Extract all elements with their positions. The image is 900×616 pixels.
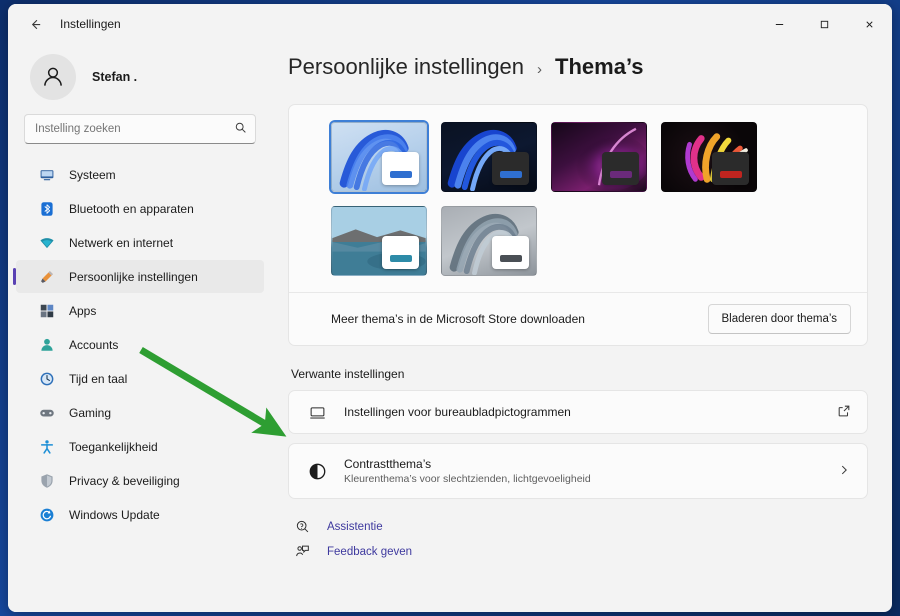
- minimize-button[interactable]: [757, 4, 802, 44]
- clock-icon: [38, 370, 55, 387]
- apps-icon: [38, 302, 55, 319]
- feedback-link[interactable]: Feedback geven: [291, 539, 868, 564]
- sidebar-item-apps[interactable]: Apps: [16, 294, 264, 327]
- bluetooth-icon: [38, 200, 55, 217]
- paintbrush-icon: [38, 268, 55, 285]
- title-bar: Instellingen: [8, 4, 892, 44]
- theme-preview-window: [492, 236, 529, 269]
- theme-preview-accent: [610, 171, 632, 178]
- gamepad-icon: [38, 404, 55, 421]
- sidebar-item-netwerk-en-internet[interactable]: Netwerk en internet: [16, 226, 264, 259]
- row-title: Instellingen voor bureaubladpictogrammen: [344, 405, 837, 419]
- desktop-icon: [306, 404, 328, 421]
- sidebar-item-label: Tijd en taal: [69, 372, 127, 386]
- close-button[interactable]: [847, 4, 892, 44]
- sidebar-item-bluetooth-en-apparaten[interactable]: Bluetooth en apparaten: [16, 192, 264, 225]
- sidebar-item-toegankelijkheid[interactable]: Toegankelijkheid: [16, 430, 264, 463]
- monitor-icon: [38, 166, 55, 183]
- theme-thumbnail-grey-bloom-theme[interactable]: [441, 206, 537, 276]
- sidebar-item-privacy-beveiliging[interactable]: Privacy & beveiliging: [16, 464, 264, 497]
- theme-thumbnail-captured-motion-theme[interactable]: [331, 206, 427, 276]
- settings-window: Instellingen Stefa: [8, 4, 892, 612]
- browse-themes-button[interactable]: Bladeren door thema’s: [708, 304, 852, 334]
- theme-preview-window: [382, 152, 419, 185]
- help-search-icon: [291, 519, 313, 534]
- search-box[interactable]: [24, 114, 256, 144]
- feedback-icon: [291, 544, 313, 559]
- theme-preview-accent: [500, 255, 522, 262]
- search-input[interactable]: [35, 123, 234, 135]
- theme-preview-window: [602, 152, 639, 185]
- theme-thumbnail-flow-flower-theme[interactable]: [661, 122, 757, 192]
- sidebar-item-label: Persoonlijke instellingen: [69, 270, 198, 284]
- store-row-label: Meer thema’s in de Microsoft Store downl…: [331, 312, 708, 326]
- theme-preview-window: [492, 152, 529, 185]
- search-icon: [234, 121, 247, 137]
- sidebar-item-label: Toegankelijkheid: [69, 440, 158, 454]
- sidebar-item-label: Apps: [69, 304, 96, 318]
- breadcrumb-separator-icon: ›: [537, 61, 542, 78]
- breadcrumb-parent[interactable]: Persoonlijke instellingen: [288, 54, 524, 80]
- sidebar-item-windows-update[interactable]: Windows Update: [16, 498, 264, 531]
- theme-thumbnail-windows-light-bloom-theme[interactable]: [331, 122, 427, 192]
- desktop-icon-settings-row[interactable]: Instellingen voor bureaubladpictogrammen: [288, 390, 868, 434]
- sidebar-item-label: Gaming: [69, 406, 111, 420]
- themes-card: Meer thema’s in de Microsoft Store downl…: [288, 104, 868, 346]
- sidebar-item-gaming[interactable]: Gaming: [16, 396, 264, 429]
- sidebar-item-label: Netwerk en internet: [69, 236, 173, 250]
- sidebar: Stefan . Systeem Bluetooth en apparaten Ne…: [8, 44, 272, 612]
- theme-preview-accent: [390, 171, 412, 178]
- theme-thumbnail-glow-theme[interactable]: [551, 122, 647, 192]
- update-icon: [38, 506, 55, 523]
- chevron-right-icon: [837, 463, 851, 480]
- wifi-icon: [38, 234, 55, 251]
- theme-thumbnail-windows-dark-bloom-theme[interactable]: [441, 122, 537, 192]
- back-button[interactable]: [20, 9, 50, 39]
- external-link-icon: [837, 404, 851, 421]
- profile-name: Stefan .: [92, 70, 137, 84]
- breadcrumb: Persoonlijke instellingen › Thema’s: [288, 44, 868, 80]
- theme-preview-accent: [390, 255, 412, 262]
- avatar: [30, 54, 76, 100]
- page-title: Thema’s: [555, 54, 643, 80]
- sidebar-item-label: Systeem: [69, 168, 116, 182]
- shield-icon: [38, 472, 55, 489]
- account-icon: [38, 336, 55, 353]
- main-content: Persoonlijke instellingen › Thema’s Meer…: [272, 44, 892, 612]
- theme-preview-accent: [720, 171, 742, 178]
- sidebar-item-persoonlijke-instellingen[interactable]: Persoonlijke instellingen: [16, 260, 264, 293]
- store-row: Meer thema’s in de Microsoft Store downl…: [289, 292, 867, 345]
- row-subtitle: Kleurenthema’s voor slechtzienden, licht…: [344, 473, 837, 485]
- accessibility-icon: [38, 438, 55, 455]
- theme-preview-window: [382, 236, 419, 269]
- theme-gallery: [289, 105, 867, 292]
- contrast-themes-row[interactable]: Contrastthema’s Kleurenthema’s voor slec…: [288, 443, 868, 499]
- assistance-link[interactable]: Assistentie: [291, 514, 868, 539]
- sidebar-item-systeem[interactable]: Systeem: [16, 158, 264, 191]
- sidebar-item-label: Accounts: [69, 338, 118, 352]
- window-controls: [757, 4, 892, 44]
- assistance-label: Assistentie: [327, 521, 383, 533]
- sidebar-item-label: Windows Update: [69, 508, 160, 522]
- sidebar-item-label: Privacy & beveiliging: [69, 474, 180, 488]
- sidebar-nav: Systeem Bluetooth en apparaten Netwerk en …: [8, 158, 272, 531]
- row-title: Contrastthema’s: [344, 457, 837, 471]
- theme-preview-accent: [500, 171, 522, 178]
- contrast-icon: [306, 462, 328, 481]
- user-profile[interactable]: Stefan .: [8, 48, 272, 114]
- sidebar-item-tijd-en-taal[interactable]: Tijd en taal: [16, 362, 264, 395]
- feedback-label: Feedback geven: [327, 546, 412, 558]
- related-settings-title: Verwante instellingen: [291, 367, 868, 381]
- theme-preview-window: [712, 152, 749, 185]
- maximize-button[interactable]: [802, 4, 847, 44]
- sidebar-item-accounts[interactable]: Accounts: [16, 328, 264, 361]
- window-title: Instellingen: [60, 17, 121, 31]
- sidebar-item-label: Bluetooth en apparaten: [69, 202, 194, 216]
